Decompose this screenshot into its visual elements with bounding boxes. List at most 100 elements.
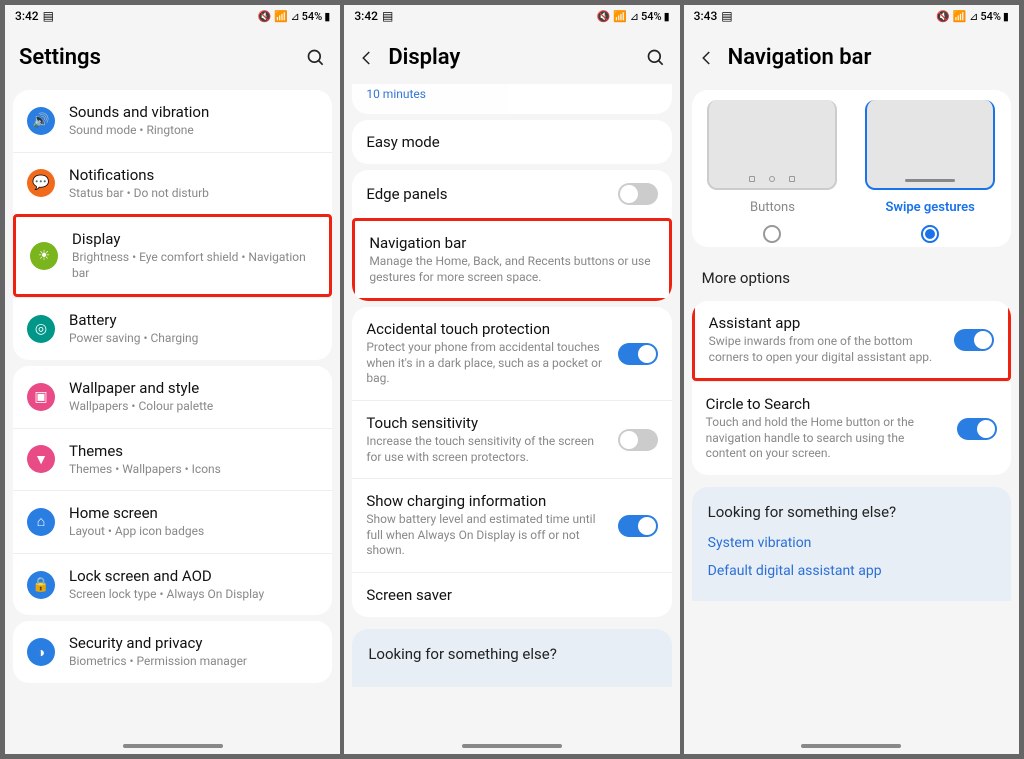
toggle-4[interactable] <box>618 429 658 451</box>
display-row-6[interactable]: Screen saver <box>352 572 671 617</box>
row-title: Accidental touch protection <box>366 320 603 338</box>
display-row-2[interactable]: Navigation bar Manage the Home, Back, and… <box>352 218 671 301</box>
row-subtitle: Swipe inwards from one of the bottom cor… <box>709 334 940 365</box>
navbar-row-1[interactable]: Circle to Search Touch and hold the Home… <box>692 381 1011 475</box>
footer-box: Looking for something else? <box>352 629 671 687</box>
row-subtitle: Brightness • Eye comfort shield • Naviga… <box>72 250 315 281</box>
navbar-row-0[interactable]: Assistant app Swipe inwards from one of … <box>692 301 1011 381</box>
row-subtitle: Layout • App icon badges <box>69 524 318 540</box>
row-title: Edge panels <box>366 185 603 203</box>
clock: 3:42 <box>15 9 39 23</box>
home-indicator[interactable] <box>801 744 901 748</box>
footer-title: Looking for something else? <box>708 503 995 521</box>
row-title: Home screen <box>69 504 318 522</box>
radio-1[interactable] <box>921 225 939 243</box>
row-title: Notifications <box>69 166 318 184</box>
row-subtitle: Wallpapers • Colour palette <box>69 399 318 415</box>
footer-link[interactable]: System vibration <box>708 535 995 551</box>
phone-navbar: 3:43▤ 🔇 📶 ⊿ 54% ▮ Navigation bar Buttons… <box>682 3 1021 756</box>
navbar-header: Navigation bar <box>684 27 1019 84</box>
home-icon: ⌂ <box>27 508 55 536</box>
row-subtitle: Themes • Wallpapers • Icons <box>69 462 318 478</box>
pic-icon: ▤ <box>43 9 54 23</box>
footer-title: Looking for something else? <box>368 645 655 663</box>
row-title: Security and privacy <box>69 634 318 652</box>
row-title: Assistant app <box>709 314 940 332</box>
clock: 3:43 <box>694 9 718 23</box>
search-icon[interactable] <box>306 48 326 68</box>
settings-row-lock[interactable]: 🔒 Lock screen and AOD Screen lock type •… <box>13 553 332 616</box>
clock: 3:42 <box>354 9 378 23</box>
row-title: Show charging information <box>366 492 603 510</box>
display-row-1[interactable]: Edge panels <box>352 170 671 218</box>
page-title: Navigation bar <box>728 45 1005 70</box>
row-title: Wallpaper and style <box>69 379 318 397</box>
toggle-5[interactable] <box>618 515 658 537</box>
page-title: Settings <box>19 45 294 70</box>
row-title: Touch sensitivity <box>366 414 603 432</box>
row-title: Themes <box>69 442 318 460</box>
search-icon[interactable] <box>646 48 666 68</box>
toggle-1[interactable] <box>957 418 997 440</box>
pic-icon: ▤ <box>721 9 732 23</box>
settings-row-sounds[interactable]: 🔊 Sounds and vibration Sound mode • Ring… <box>13 90 332 152</box>
settings-row-themes[interactable]: ▼ Themes Themes • Wallpapers • Icons <box>13 428 332 491</box>
settings-row-display[interactable]: ☀ Display Brightness • Eye comfort shiel… <box>13 214 332 297</box>
lock-icon: 🔒 <box>27 571 55 599</box>
nav-option-0[interactable]: Buttons <box>707 100 837 243</box>
display-row-5[interactable]: Show charging informationShow battery le… <box>352 478 671 572</box>
row-title: Easy mode <box>366 133 657 151</box>
status-icons: 🔇 📶 ⊿ 54% ▮ <box>936 10 1009 23</box>
nav-preview-1 <box>865 100 995 190</box>
row-subtitle: Increase the touch sensitivity of the sc… <box>366 434 603 465</box>
status-bar: 3:42 ▤ 🔇 📶 ⊿ 54% ▮ <box>5 5 340 27</box>
toggle-3[interactable] <box>618 343 658 365</box>
settings-row-security[interactable]: ◑ Security and privacy Biometrics • Perm… <box>13 621 332 683</box>
status-icons: 🔇 📶 ⊿ 54% ▮ <box>258 10 331 23</box>
row-title: Navigation bar <box>369 234 654 252</box>
back-icon[interactable] <box>358 49 376 67</box>
row-subtitle: Biometrics • Permission manager <box>69 654 318 670</box>
battery-icon: ◎ <box>27 315 55 343</box>
more-options-label: More options <box>684 253 1019 295</box>
nav-option-1[interactable]: Swipe gestures <box>865 100 995 243</box>
display-header: Display <box>344 27 679 84</box>
nav-option-label: Swipe gestures <box>885 200 974 215</box>
sounds-icon: 🔊 <box>27 107 55 135</box>
themes-icon: ▼ <box>27 445 55 473</box>
display-row-3[interactable]: Accidental touch protection Protect your … <box>352 307 671 400</box>
row-title: Sounds and vibration <box>69 103 318 121</box>
phone-settings: 3:42 ▤ 🔇 📶 ⊿ 54% ▮ Settings 🔊 Sounds and … <box>3 3 342 756</box>
phone-display: 3:42 ▤ 🔇 📶 ⊿ 54% ▮ Display Screen timeout… <box>342 3 681 756</box>
home-indicator[interactable] <box>462 744 562 748</box>
display-row-4[interactable]: Touch sensitivity Increase the touch sens… <box>352 400 671 478</box>
row-title: Circle to Search <box>706 395 943 413</box>
home-indicator[interactable] <box>123 744 223 748</box>
toggle-1[interactable] <box>618 183 658 205</box>
settings-row-home[interactable]: ⌂ Home screen Layout • App icon badges <box>13 490 332 553</box>
row-subtitle: Protect your phone from accidental touch… <box>366 340 603 387</box>
row-screen-timeout[interactable]: Screen timeout 10 minutes <box>352 84 671 114</box>
row-subtitle: Power saving • Charging <box>69 331 318 347</box>
row-title: Screen saver <box>366 586 657 604</box>
row-subtitle: Status bar • Do not disturb <box>69 186 318 202</box>
row-subtitle: Screen lock type • Always On Display <box>69 587 318 603</box>
security-icon: ◑ <box>27 638 55 666</box>
status-bar: 3:42 ▤ 🔇 📶 ⊿ 54% ▮ <box>344 5 679 27</box>
back-icon[interactable] <box>698 49 716 67</box>
notif-icon: 💬 <box>27 169 55 197</box>
status-bar: 3:43▤ 🔇 📶 ⊿ 54% ▮ <box>684 5 1019 27</box>
row-subtitle: Manage the Home, Back, and Recents butto… <box>369 254 654 285</box>
toggle-0[interactable] <box>954 329 994 351</box>
pic-icon: ▤ <box>382 9 393 23</box>
display-row-0[interactable]: Easy mode <box>352 120 671 164</box>
footer-link[interactable]: Default digital assistant app <box>708 563 995 579</box>
page-title: Display <box>388 45 633 70</box>
radio-0[interactable] <box>763 225 781 243</box>
settings-row-notif[interactable]: 💬 Notifications Status bar • Do not dist… <box>13 152 332 215</box>
settings-row-battery[interactable]: ◎ Battery Power saving • Charging <box>13 297 332 360</box>
row-subtitle: Touch and hold the Home button or the na… <box>706 415 943 462</box>
status-icons: 🔇 📶 ⊿ 54% ▮ <box>597 10 670 23</box>
settings-row-wallpaper[interactable]: ▣ Wallpaper and style Wallpapers • Colou… <box>13 366 332 428</box>
nav-option-label: Buttons <box>750 200 795 215</box>
